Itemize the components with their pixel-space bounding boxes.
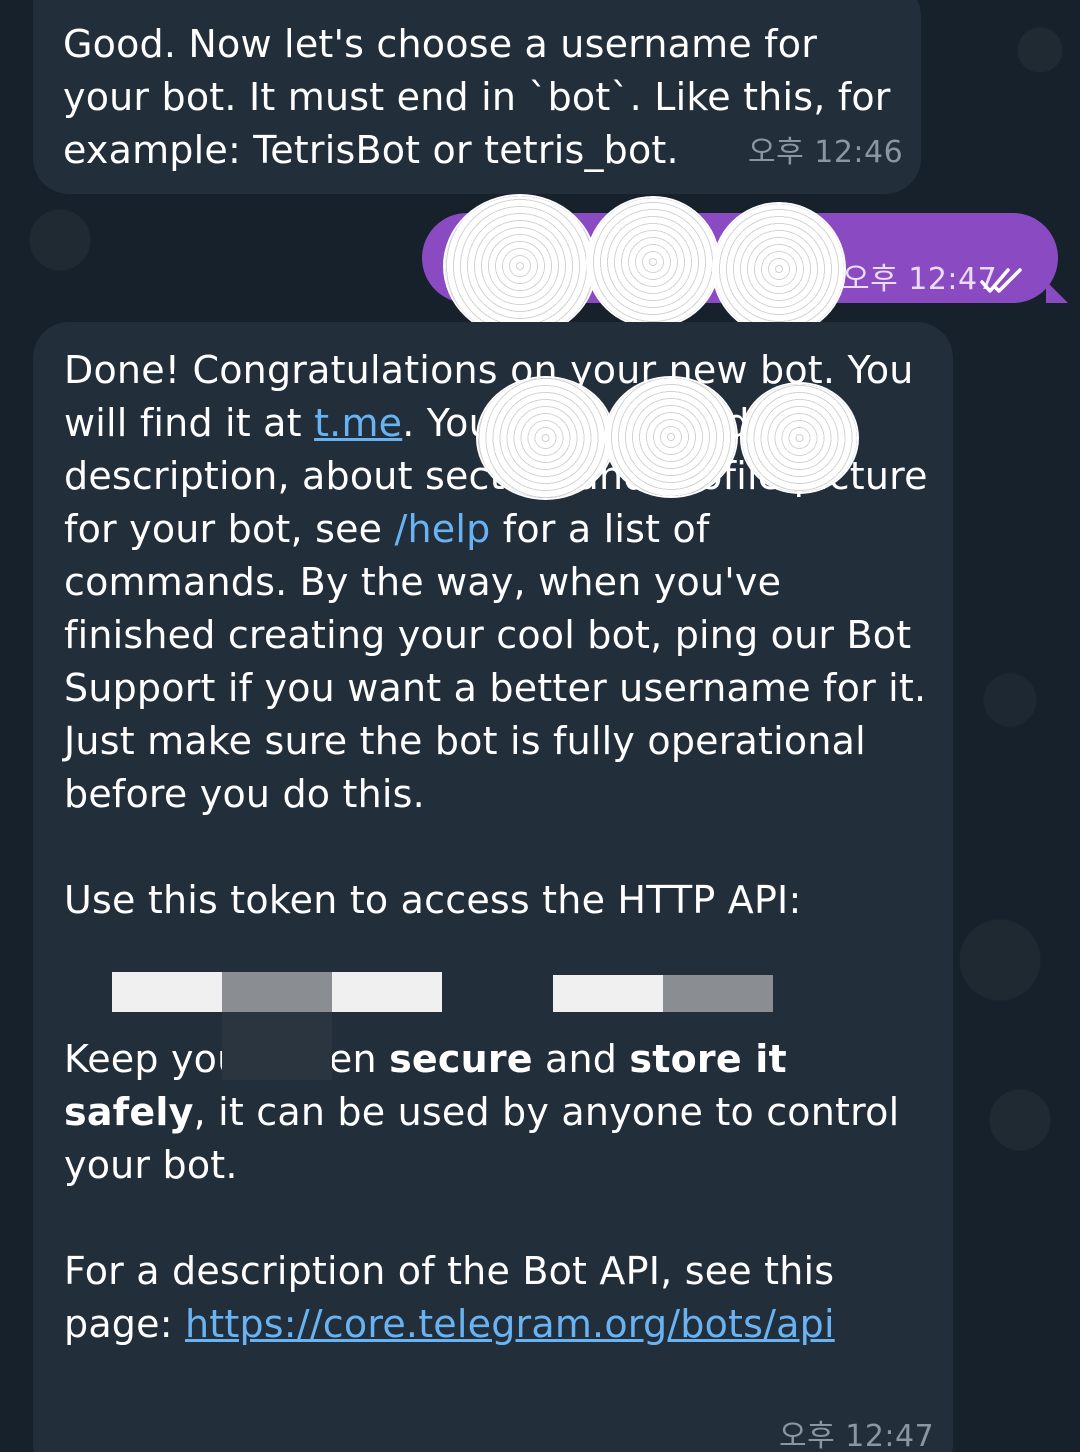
incoming-message-username-prompt[interactable]: Good. Now let's choose a username for yo…: [33, 0, 921, 194]
double-check-icon: [980, 257, 1028, 310]
redaction-scribble: [445, 196, 595, 336]
bot-link[interactable]: t.me: [314, 401, 402, 445]
token-label: Use this token to access the HTTP API:: [64, 878, 802, 922]
message-time: 오후 12:46: [748, 135, 904, 170]
redaction-scribble: [714, 204, 844, 334]
message-text: Done! Congratulations on your new bot. Y…: [64, 344, 934, 1351]
token-redaction: [222, 1012, 332, 1080]
bot-api-link[interactable]: https://core.telegram.org/bots/api: [185, 1302, 835, 1346]
incoming-message-bot-created[interactable]: Done! Congratulations on your new bot. Y…: [33, 322, 953, 1452]
message-time: 오후 12:47: [842, 262, 998, 297]
token-redaction: [332, 972, 442, 1012]
text-segment: for a list of commands. By the way, when…: [64, 507, 927, 816]
token-redaction: [222, 972, 332, 1012]
redaction-scribble: [588, 198, 718, 326]
help-command-link[interactable]: /help: [395, 507, 491, 551]
token-redaction: [112, 972, 222, 1012]
text-segment: and: [532, 1037, 630, 1081]
token-redaction: [663, 975, 773, 1012]
redaction-scribble: [742, 384, 857, 492]
token-redaction: [553, 975, 663, 1012]
redaction-scribble: [606, 378, 736, 496]
bold-text: secure: [389, 1037, 533, 1081]
redaction-scribble: [478, 378, 613, 498]
message-time: 오후 12:47: [779, 1419, 935, 1452]
